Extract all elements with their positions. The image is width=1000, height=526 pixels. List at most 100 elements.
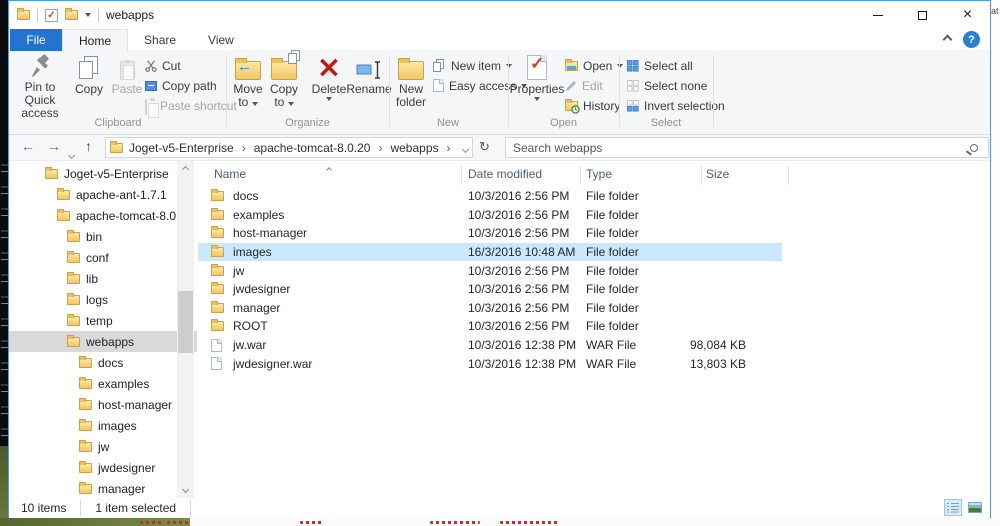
- refresh-icon[interactable]: ↻: [479, 139, 490, 155]
- breadcrumb-separator[interactable]: ›: [445, 141, 453, 155]
- move-to-button[interactable]: ← Move to: [231, 54, 265, 116]
- open-button[interactable]: Open: [565, 56, 623, 75]
- title-bar[interactable]: ✓ webapps ×: [9, 1, 990, 29]
- file-row[interactable]: ROOT10/3/2016 2:56 PMFile folder: [198, 317, 782, 336]
- forward-icon[interactable]: →: [47, 138, 61, 154]
- column-header-date-modified[interactable]: Date modified: [468, 167, 542, 181]
- tree-item-apache-tomcat[interactable]: apache-tomcat-8.0.20: [9, 205, 197, 226]
- file-row[interactable]: jw.war10/3/2016 12:38 PMWAR File98,084 K…: [198, 336, 782, 355]
- paste-label: Paste: [112, 83, 143, 96]
- scroll-down-icon[interactable]: [177, 481, 194, 498]
- tree-item-docs[interactable]: docs: [9, 352, 197, 373]
- column-header-size[interactable]: Size: [706, 167, 729, 181]
- properties-button[interactable]: ✓ Properties: [515, 54, 559, 116]
- delete-label: Delete: [312, 83, 347, 96]
- help-icon[interactable]: ?: [963, 31, 980, 48]
- tree-item-temp[interactable]: temp: [9, 310, 197, 331]
- file-row[interactable]: jwdesigner.war10/3/2016 12:38 PMWAR File…: [198, 354, 782, 373]
- column-separator[interactable]: [461, 165, 462, 185]
- maximize-button[interactable]: [900, 1, 945, 29]
- scroll-up-icon[interactable]: [177, 161, 194, 178]
- cut-button[interactable]: Cut: [145, 56, 181, 75]
- close-button[interactable]: ×: [945, 1, 990, 29]
- column-separator[interactable]: [788, 165, 789, 185]
- breadcrumb-item[interactable]: webapps: [390, 141, 438, 155]
- address-dropdown-icon[interactable]: [463, 141, 468, 155]
- breadcrumb-item[interactable]: apache-tomcat-8.0.20: [254, 141, 371, 155]
- breadcrumb-separator[interactable]: ›: [376, 141, 384, 155]
- dropdown-caret-icon: [326, 97, 332, 101]
- tree-item-examples[interactable]: examples: [9, 373, 197, 394]
- file-type: File folder: [586, 282, 639, 296]
- file-row[interactable]: manager10/3/2016 2:56 PMFile folder: [198, 299, 782, 318]
- tree-item-images[interactable]: images: [9, 415, 197, 436]
- edit-button[interactable]: Edit: [565, 76, 603, 95]
- large-icons-view-button[interactable]: [966, 499, 984, 516]
- tree-scrollbar[interactable]: [177, 161, 194, 498]
- column-separator[interactable]: [701, 165, 702, 185]
- background-text-fragment: at: [991, 0, 1000, 518]
- file-row[interactable]: jw10/3/2016 2:56 PMFile folder: [198, 261, 782, 280]
- scrollbar-thumb[interactable]: [178, 291, 193, 353]
- minimize-button[interactable]: [855, 1, 900, 29]
- tree-item-lib[interactable]: lib: [9, 268, 197, 289]
- select-all-button[interactable]: Select all: [627, 56, 693, 75]
- search-input[interactable]: [506, 141, 970, 155]
- details-view-button[interactable]: [944, 499, 962, 516]
- rename-button[interactable]: Rename: [349, 54, 389, 116]
- qat-new-folder-icon[interactable]: [65, 10, 78, 20]
- file-name: images: [233, 245, 272, 259]
- copy-to-button[interactable]: Copy to: [267, 54, 301, 116]
- qat-properties-icon[interactable]: ✓: [45, 9, 58, 22]
- new-folder-button[interactable]: New folder: [393, 54, 429, 116]
- tree-item-webapps[interactable]: webapps: [9, 331, 197, 352]
- file-row[interactable]: jwdesigner10/3/2016 2:56 PMFile folder: [198, 280, 782, 299]
- tree-item-jwdesigner[interactable]: jwdesigner: [9, 457, 197, 478]
- file-row[interactable]: docs10/3/2016 2:56 PMFile folder: [198, 187, 782, 206]
- history-button[interactable]: History: [565, 96, 620, 115]
- file-row-selected[interactable]: images16/3/2016 10:48 AMFile folder: [198, 243, 782, 262]
- tab-view[interactable]: View: [192, 29, 250, 51]
- tree-item-joget[interactable]: Joget-v5-Enterprise: [9, 163, 197, 184]
- pin-to-quick-access-button[interactable]: Pin to Quick access: [11, 54, 69, 116]
- new-item-button[interactable]: New item: [433, 56, 512, 75]
- file-row[interactable]: host-manager10/3/2016 2:56 PMFile folder: [198, 224, 782, 243]
- search-icon[interactable]: [970, 144, 978, 152]
- copy-path-button[interactable]: Copy path: [145, 76, 217, 95]
- tab-home[interactable]: Home: [62, 29, 128, 51]
- folder-icon: [211, 228, 224, 238]
- copy-path-label: Copy path: [162, 79, 217, 93]
- ribbon-tab-row: File Home Share View: [9, 29, 990, 51]
- tree-item-conf[interactable]: conf: [9, 247, 197, 268]
- column-separator[interactable]: [580, 165, 581, 185]
- tree-item-bin[interactable]: bin: [9, 226, 197, 247]
- tree-item-logs[interactable]: logs: [9, 289, 197, 310]
- copy-button[interactable]: Copy: [71, 54, 107, 116]
- up-icon[interactable]: ↑: [85, 138, 92, 154]
- tab-file[interactable]: File: [10, 29, 62, 51]
- select-none-button[interactable]: Select none: [627, 76, 707, 95]
- window-folder-icon: [17, 10, 30, 20]
- back-icon[interactable]: ←: [21, 138, 35, 154]
- tab-share[interactable]: Share: [128, 29, 192, 51]
- tree-item-host-manager[interactable]: host-manager: [9, 394, 197, 415]
- column-header-type[interactable]: Type: [586, 167, 612, 181]
- invert-selection-button[interactable]: Invert selection: [627, 96, 725, 115]
- tree-item-apache-ant[interactable]: apache-ant-1.7.1: [9, 184, 197, 205]
- minimize-ribbon-icon[interactable]: [943, 35, 953, 45]
- breadcrumb-separator[interactable]: ›: [240, 141, 248, 155]
- breadcrumb-item[interactable]: Joget-v5-Enterprise: [129, 141, 234, 155]
- open-label: Open: [583, 59, 612, 73]
- tree-item-manager[interactable]: manager: [9, 478, 197, 498]
- paste-shortcut-button[interactable]: Paste shortcut: [145, 96, 237, 115]
- delete-button[interactable]: × Delete: [309, 54, 349, 116]
- breadcrumb[interactable]: Joget-v5-Enterprise › apache-tomcat-8.0.…: [105, 137, 473, 158]
- column-header-name[interactable]: Name: [214, 167, 246, 181]
- search-box[interactable]: [505, 137, 989, 158]
- file-row[interactable]: examples10/3/2016 2:56 PMFile folder: [198, 206, 782, 225]
- paste-button[interactable]: Paste: [109, 54, 145, 116]
- file-type: WAR File: [586, 357, 636, 371]
- qat-dropdown-icon[interactable]: [85, 13, 91, 17]
- file-name: jwdesigner: [233, 282, 290, 296]
- tree-item-jw[interactable]: jw: [9, 436, 197, 457]
